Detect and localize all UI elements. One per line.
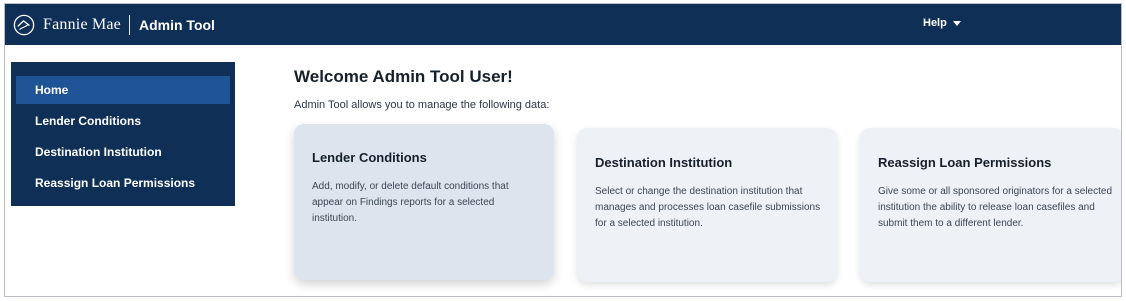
card-description: Add, modify, or delete default condition… (312, 181, 509, 224)
destination-institution-card[interactable]: Destination Institution Select or change… (577, 128, 837, 282)
fannie-mae-logo-icon (13, 14, 35, 36)
top-navigation-bar: Fannie Mae Admin Tool Help (5, 4, 1121, 45)
card-description: Give some or all sponsored originators f… (878, 186, 1113, 229)
reassign-loan-permissions-card[interactable]: Reassign Loan Permissions Give some or a… (860, 128, 1121, 282)
sidebar-item-label: Reassign Loan Permissions (35, 176, 196, 190)
card-description: Select or change the destination institu… (595, 186, 821, 229)
brand[interactable]: Fannie Mae Admin Tool (13, 12, 215, 38)
sidebar-item-label: Lender Conditions (35, 114, 141, 128)
sidebar-item-label: Home (35, 83, 69, 97)
app-name: Admin Tool (138, 17, 215, 33)
sidebar-item-destination-institution[interactable]: Destination Institution (16, 138, 230, 166)
page-title: Welcome Admin Tool User! (294, 67, 513, 86)
lender-conditions-card[interactable]: Lender Conditions Add, modify, or delete… (294, 124, 554, 280)
help-menu-button[interactable]: Help (923, 17, 961, 29)
sidebar-item-home[interactable]: Home (16, 76, 230, 104)
card-title: Destination Institution (595, 155, 733, 170)
help-label: Help (923, 17, 947, 29)
sidebar-item-label: Destination Institution (35, 145, 162, 159)
sidebar-item-lender-conditions[interactable]: Lender Conditions (16, 107, 230, 135)
app-window: Fannie Mae Admin Tool Help Home Lender C… (4, 3, 1122, 297)
brand-name: Fannie Mae (43, 16, 121, 33)
brand-divider (128, 15, 130, 35)
caret-down-icon (952, 20, 961, 26)
card-title: Lender Conditions (312, 150, 427, 165)
sidebar-item-reassign-loan-permissions[interactable]: Reassign Loan Permissions (16, 169, 230, 197)
card-title: Reassign Loan Permissions (878, 155, 1052, 170)
page-intro: Admin Tool allows you to manage the foll… (294, 99, 550, 111)
sidebar-navigation: Home Lender Conditions Destination Insti… (11, 62, 235, 206)
